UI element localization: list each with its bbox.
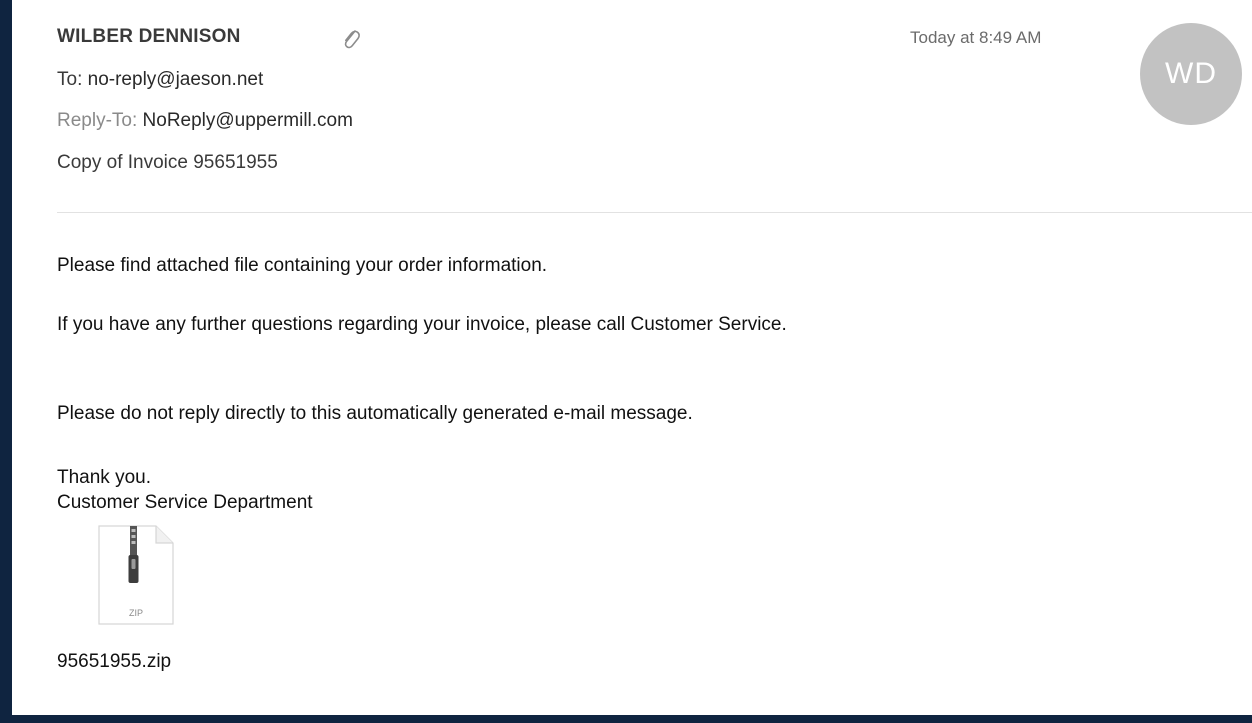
sender-name[interactable]: WILBER DENNISON [57, 26, 241, 48]
reply-to-label: Reply-To: [57, 110, 138, 131]
body-signoff: Thank you. [57, 467, 151, 488]
to-address[interactable]: no-reply@jaeson.net [88, 69, 264, 90]
to-row: To: no-reply@jaeson.net [57, 69, 263, 91]
received-date: Today at 8:49 AM [910, 28, 1042, 47]
attachment-filename[interactable]: 95651955.zip [57, 651, 171, 673]
subject-line: Copy of Invoice 95651955 [57, 152, 278, 173]
body-paragraph: If you have any further questions regard… [57, 314, 787, 335]
reply-to-address[interactable]: NoReply@uppermill.com [143, 110, 353, 131]
paperclip-icon [344, 30, 360, 49]
to-label: To: [57, 69, 83, 90]
body-paragraph: Please do not reply directly to this aut… [57, 403, 693, 424]
zip-file-icon[interactable]: ZIP [98, 525, 174, 625]
reply-to-row: Reply-To: NoReply@uppermill.com [57, 110, 353, 132]
email-viewer: WILBER DENNISON Today at 8:49 AM WD To: … [12, 0, 1252, 715]
header-divider [57, 212, 1252, 213]
body-paragraph: Please find attached file containing you… [57, 255, 548, 276]
avatar[interactable]: WD [1140, 23, 1242, 125]
body-signature: Customer Service Department [57, 492, 313, 513]
zip-type-label: ZIP [129, 608, 143, 618]
